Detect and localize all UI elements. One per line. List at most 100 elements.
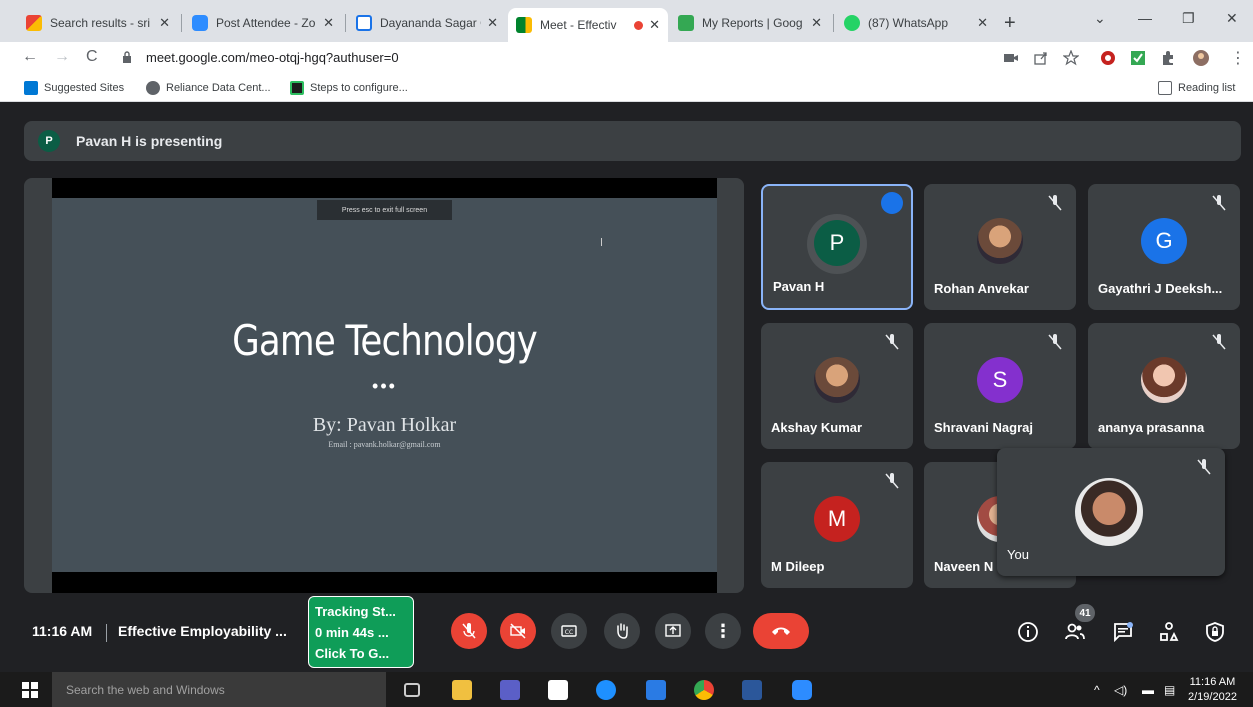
bookmark-reliance[interactable]: Reliance Data Cent... — [146, 81, 271, 95]
chat-icon[interactable] — [1112, 621, 1134, 643]
bookmark-label: Reliance Data Cent... — [166, 82, 271, 94]
close-icon[interactable]: ✕ — [649, 17, 660, 33]
network-icon[interactable]: ▬ — [1142, 683, 1154, 697]
minimize-button[interactable]: — — [1138, 10, 1152, 26]
share-icon[interactable] — [1033, 50, 1049, 66]
self-view-tile[interactable]: You — [997, 448, 1225, 576]
browser-toolbar: ← → C meet.google.com/meo-otqj-hgq?authu… — [0, 42, 1253, 74]
reading-list-button[interactable]: Reading list — [1158, 81, 1235, 95]
avatar: G — [1141, 218, 1187, 264]
participant-name: ananya prasanna — [1098, 420, 1205, 435]
taskbar-clock[interactable]: 11:16 AM 2/19/2022 — [1188, 675, 1237, 705]
mic-off-icon — [1212, 334, 1226, 350]
close-icon[interactable]: ✕ — [977, 15, 988, 31]
lock-icon[interactable] — [122, 51, 132, 63]
more-options-button[interactable]: ⋮ — [705, 613, 741, 649]
tab-title: Post Attendee - Zo — [216, 16, 316, 30]
activities-icon[interactable] — [1158, 621, 1180, 643]
mic-off-icon — [1048, 334, 1062, 350]
camera-indicator-icon[interactable] — [1003, 50, 1019, 66]
mic-off-icon — [1197, 459, 1211, 475]
profile-avatar[interactable] — [1193, 50, 1209, 66]
bookmark-steps[interactable]: Steps to configure... — [290, 81, 408, 95]
edge-icon[interactable] — [596, 680, 616, 700]
teams-icon[interactable] — [500, 680, 520, 700]
extension-check-icon[interactable] — [1130, 50, 1146, 66]
whatsapp-icon — [844, 15, 860, 31]
windows-start-icon[interactable] — [22, 682, 38, 698]
meeting-title[interactable]: Effective Employability ... — [118, 623, 287, 639]
chrome-icon[interactable] — [694, 680, 714, 700]
mic-toggle-button[interactable] — [451, 613, 487, 649]
bookmark-suggested-sites[interactable]: Suggested Sites — [24, 81, 124, 95]
slide-frame: Press esc to exit full screen Game Techn… — [52, 178, 717, 593]
bookmark-star-icon[interactable] — [1063, 50, 1079, 66]
avatar — [977, 218, 1023, 264]
participant-tile[interactable]: Rohan Anvekar — [924, 184, 1076, 310]
participant-tile[interactable]: M M Dileep — [761, 462, 913, 588]
webex-icon[interactable] — [646, 680, 666, 700]
meeting-info-icon[interactable] — [1017, 621, 1039, 643]
raise-hand-button[interactable] — [604, 613, 640, 649]
zoom-app-icon[interactable] — [792, 680, 812, 700]
restore-button[interactable]: ❐ — [1182, 10, 1195, 27]
file-explorer-icon[interactable] — [452, 680, 472, 700]
present-icon — [665, 624, 681, 637]
close-icon[interactable]: ✕ — [159, 15, 170, 31]
participant-name: Rohan Anvekar — [934, 281, 1029, 296]
captions-button[interactable]: CC — [551, 613, 587, 649]
close-icon[interactable]: ✕ — [811, 15, 822, 31]
mic-off-icon — [1212, 195, 1226, 211]
store-icon[interactable] — [548, 680, 568, 700]
participant-tile[interactable]: G Gayathri J Deeksh... — [1088, 184, 1240, 310]
menu-kebab-icon[interactable]: ⋮ — [1230, 48, 1246, 68]
forward-button[interactable]: → — [54, 48, 70, 66]
participant-name: Pavan H — [773, 279, 825, 294]
word-icon[interactable] — [742, 680, 762, 700]
camera-toggle-button[interactable] — [500, 613, 536, 649]
participant-tile[interactable]: Akshay Kumar — [761, 323, 913, 449]
close-window-button[interactable]: ✕ — [1226, 10, 1238, 27]
host-controls-icon[interactable] — [1204, 621, 1226, 643]
tab-gmail[interactable]: Search results - sri ✕ — [18, 8, 178, 38]
tab-calendar[interactable]: Dayananda Sagar C ✕ — [348, 8, 506, 38]
presentation-stage[interactable]: Press esc to exit full screen Game Techn… — [24, 178, 744, 593]
address-bar[interactable]: meet.google.com/meo-otqj-hgq?authuser=0 — [146, 50, 399, 65]
notification-icon[interactable]: ▤ — [1164, 683, 1175, 697]
present-screen-button[interactable] — [655, 613, 691, 649]
reports-icon — [678, 15, 694, 31]
new-tab-button[interactable]: + — [1004, 12, 1016, 35]
presenting-banner: P Pavan H is presenting — [24, 121, 1241, 161]
divider — [106, 624, 107, 642]
avatar: S — [977, 357, 1023, 403]
back-button[interactable]: ← — [22, 48, 38, 66]
more-vert-icon: ⋮ — [714, 620, 732, 641]
fullscreen-hint: Press esc to exit full screen — [317, 200, 452, 220]
tab-whatsapp[interactable]: (87) WhatsApp ✕ — [836, 8, 996, 38]
bookmark-label: Suggested Sites — [44, 82, 125, 94]
leave-call-button[interactable] — [753, 613, 809, 649]
volume-icon[interactable]: ◁) — [1114, 683, 1127, 697]
participant-name: Naveen N — [934, 559, 994, 574]
reload-button[interactable]: C — [86, 48, 98, 66]
participant-tile[interactable]: S Shravani Nagraj — [924, 323, 1076, 449]
extensions-puzzle-icon[interactable] — [1160, 50, 1176, 66]
participant-tile[interactable]: ananya prasanna — [1088, 323, 1240, 449]
people-icon[interactable] — [1064, 621, 1086, 643]
extension-red-icon[interactable] — [1100, 50, 1116, 66]
hand-icon — [617, 623, 628, 639]
tracking-widget[interactable]: Tracking St... 0 min 44s ... Click To G.… — [308, 596, 414, 668]
tab-meet[interactable]: Meet - Effectiv ✕ — [508, 8, 668, 42]
participant-tile[interactable]: P Pavan H — [761, 184, 913, 310]
tab-reports[interactable]: My Reports | Goog ✕ — [670, 8, 830, 38]
windows-taskbar: Search the web and Windows ^ ◁) ▬ ▤ 11:1… — [0, 672, 1253, 707]
tab-zoom[interactable]: Post Attendee - Zo ✕ — [184, 8, 342, 38]
windows-search-input[interactable]: Search the web and Windows — [52, 672, 386, 707]
task-view-icon[interactable] — [404, 683, 420, 697]
close-icon[interactable]: ✕ — [487, 15, 498, 31]
search-placeholder: Search the web and Windows — [66, 683, 225, 697]
close-icon[interactable]: ✕ — [323, 15, 334, 31]
tab-search-icon[interactable]: ⌄ — [1094, 10, 1106, 27]
tab-title: (87) WhatsApp — [868, 16, 949, 30]
tray-chevron-icon[interactable]: ^ — [1094, 683, 1100, 697]
